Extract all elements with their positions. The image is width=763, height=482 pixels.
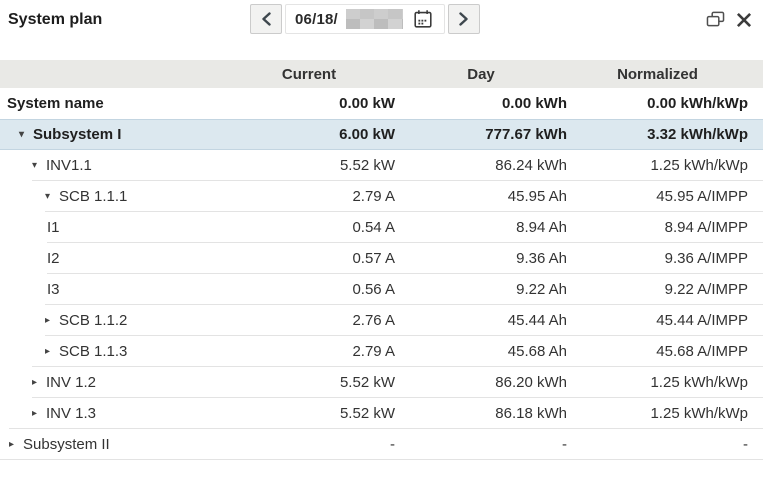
cell-normalized: 1.25 kWh/kWp [567, 405, 763, 422]
cell-day: 86.24 kWh [395, 157, 567, 174]
page-title: System plan [8, 11, 102, 29]
redacted-year [346, 9, 403, 29]
column-header-day: Day [395, 66, 567, 83]
cell-day: 8.94 Ah [395, 219, 567, 236]
system-plan-widget: System plan 06/18/ [0, 0, 763, 482]
cell-normalized: 1.25 kWh/kWp [567, 374, 763, 391]
expand-arrow-icon[interactable]: ▸ [32, 378, 46, 388]
cell-normalized: 45.44 A/IMPP [567, 312, 763, 329]
cell-current: 5.52 kW [223, 374, 395, 391]
cell-current: 2.79 A [223, 343, 395, 360]
cell-current: 5.52 kW [223, 157, 395, 174]
table-row[interactable]: System name 0.00 kW0.00 kWh0.00 kWh/kWp [0, 88, 763, 119]
row-label: I1 [47, 219, 60, 236]
table-row[interactable]: ▾INV1.1 5.52 kW86.24 kWh1.25 kWh/kWp [0, 150, 763, 181]
column-header-normalized: Normalized [567, 66, 763, 83]
table-row[interactable]: I2 0.57 A9.36 Ah9.36 A/IMPP [0, 243, 763, 274]
table-header: Current Day Normalized [0, 60, 763, 88]
expand-arrow-icon[interactable]: ▸ [45, 316, 59, 326]
expand-arrow-icon[interactable]: ▸ [32, 409, 46, 419]
cell-normalized: 45.95 A/IMPP [567, 188, 763, 205]
cell-day: 777.67 kWh [395, 126, 567, 143]
expand-arrow-icon[interactable]: ▸ [9, 440, 23, 450]
row-label: I2 [47, 250, 60, 267]
cell-normalized: 0.00 kWh/kWp [567, 95, 763, 112]
row-label: Subsystem II [23, 436, 110, 453]
row-label: System name [7, 95, 104, 112]
row-label: SCB 1.1.1 [59, 188, 127, 205]
table-row[interactable]: ▸SCB 1.1.2 2.76 A45.44 Ah45.44 A/IMPP [0, 305, 763, 336]
chevron-right-icon [457, 12, 470, 26]
cell-day: 9.36 Ah [395, 250, 567, 267]
row-label: I3 [47, 281, 60, 298]
row-label: INV1.1 [46, 157, 92, 174]
cell-current: 2.76 A [223, 312, 395, 329]
window-controls [706, 11, 752, 28]
cell-day: 86.18 kWh [395, 405, 567, 422]
cell-current: 0.56 A [223, 281, 395, 298]
collapse-arrow-icon[interactable]: ▾ [32, 161, 46, 171]
title-bar: System plan 06/18/ [0, 0, 763, 48]
cell-day: 0.00 kWh [395, 95, 567, 112]
date-display: 06/18/ [285, 4, 445, 34]
table-row[interactable]: I3 0.56 A9.22 Ah9.22 A/IMPP [0, 274, 763, 305]
table-row[interactable]: ▸SCB 1.1.3 2.79 A45.68 Ah45.68 A/IMPP [0, 336, 763, 367]
cell-day: 45.44 Ah [395, 312, 567, 329]
cell-normalized: 9.36 A/IMPP [567, 250, 763, 267]
calendar-button[interactable] [411, 7, 435, 31]
cell-normalized: 9.22 A/IMPP [567, 281, 763, 298]
table-row[interactable]: ▸INV 1.3 5.52 kW86.18 kWh1.25 kWh/kWp [0, 398, 763, 429]
calendar-icon [412, 8, 434, 30]
table-row[interactable]: ▸INV 1.2 5.52 kW86.20 kWh1.25 kWh/kWp [0, 367, 763, 398]
row-label: INV 1.3 [46, 405, 96, 422]
next-day-button[interactable] [448, 4, 480, 34]
row-label: INV 1.2 [46, 374, 96, 391]
table-row[interactable]: ▸Subsystem II--- [0, 429, 763, 460]
date-text: 06/18/ [295, 11, 338, 28]
cell-current: 0.54 A [223, 219, 395, 236]
cell-current: 2.79 A [223, 188, 395, 205]
row-label: SCB 1.1.3 [59, 343, 127, 360]
cell-current: 6.00 kW [223, 126, 395, 143]
cell-day: 9.22 Ah [395, 281, 567, 298]
cell-normalized: 8.94 A/IMPP [567, 219, 763, 236]
cell-day: 45.95 Ah [395, 188, 567, 205]
expand-arrow-icon[interactable]: ▸ [45, 347, 59, 357]
date-navigation: 06/18/ [250, 4, 480, 34]
row-label: Subsystem I [33, 126, 121, 143]
table-row[interactable]: I1 0.54 A8.94 Ah8.94 A/IMPP [0, 212, 763, 243]
cell-current: 0.57 A [223, 250, 395, 267]
close-icon[interactable] [736, 12, 752, 28]
column-header-current: Current [223, 66, 395, 83]
table-row[interactable]: ▾Subsystem I 6.00 kW777.67 kWh3.32 kWh/kW… [0, 119, 763, 150]
cell-normalized: 1.25 kWh/kWp [567, 157, 763, 174]
collapse-arrow-icon[interactable]: ▾ [45, 192, 59, 202]
cell-day: - [395, 436, 567, 453]
cell-day: 86.20 kWh [395, 374, 567, 391]
collapse-arrow-icon[interactable]: ▾ [19, 130, 33, 140]
cell-day: 45.68 Ah [395, 343, 567, 360]
table-body: System name0.00 kW0.00 kWh0.00 kWh/kWp▾S… [0, 88, 763, 460]
cell-current: 5.52 kW [223, 405, 395, 422]
table-row[interactable]: ▾SCB 1.1.1 2.79 A45.95 Ah45.95 A/IMPP [0, 181, 763, 212]
prev-day-button[interactable] [250, 4, 282, 34]
popout-icon[interactable] [706, 11, 725, 28]
cell-normalized: - [567, 436, 763, 453]
row-label: SCB 1.1.2 [59, 312, 127, 329]
cell-current: 0.00 kW [223, 95, 395, 112]
chevron-left-icon [260, 12, 273, 26]
cell-current: - [223, 436, 395, 453]
cell-normalized: 45.68 A/IMPP [567, 343, 763, 360]
cell-normalized: 3.32 kWh/kWp [567, 126, 763, 143]
